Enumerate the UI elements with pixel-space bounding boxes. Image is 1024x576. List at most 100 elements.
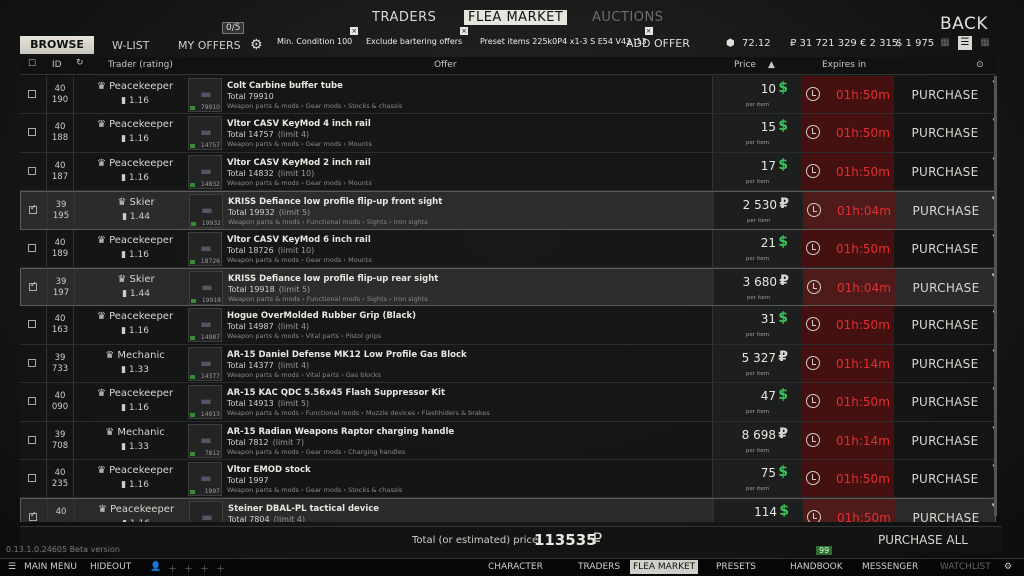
trader-cell[interactable]: ♛ Peacekeeper ▮ 1.16	[80, 306, 190, 343]
offer-row[interactable]: 40 187 ♛ Peacekeeper ▮ 1.16 ▬ 14832 Vltor CASV…	[20, 152, 996, 192]
tab-auctions[interactable]: AUCTIONS	[592, 10, 663, 25]
offer-cell[interactable]: Vltor CASV KeyMod 6 inch rail Total 18726…	[227, 230, 707, 267]
offer-row[interactable]: 40 188 ♛ Peacekeeper ▮ 1.16 ▬ 14757 Vltor CASV…	[20, 114, 996, 153]
gear-icon[interactable]: ⚙	[250, 37, 263, 53]
row-checkbox[interactable]	[28, 166, 36, 175]
trader-cell[interactable]: ♛ Peacekeeper ▮ 1.16	[80, 230, 190, 267]
trader-cell[interactable]: ♛ Mechanic ▮ 1.33	[80, 345, 190, 382]
purchase-button[interactable]: PURCHASE	[900, 434, 990, 448]
offer-cell[interactable]: Steiner DBAL-PL tactical device Total 780…	[228, 499, 708, 522]
row-checkbox[interactable]	[28, 128, 36, 137]
item-thumbnail[interactable]: ▬ 18726	[188, 231, 222, 266]
offer-row[interactable]: 40 190 ♛ Peacekeeper ▮ 1.16 ▬ 79910 Colt Carbi…	[20, 76, 996, 115]
taskbar-character[interactable]: CHARACTER	[488, 562, 543, 572]
plus-icon[interactable]: ＋	[168, 562, 177, 575]
offer-name[interactable]: AR-15 Daniel Defense MK12 Low Profile Ga…	[227, 350, 467, 360]
offer-row[interactable]: 40♛ Peacekeeper▮ 1.16▬7804Steiner DBAL-P…	[20, 498, 996, 522]
col-offer[interactable]: Offer	[434, 60, 457, 70]
item-thumbnail[interactable]: ▬ 14757	[188, 116, 222, 151]
offer-cell[interactable]: Hogue OverMolded Rubber Grip (Black) Tota…	[227, 306, 707, 343]
trader-cell[interactable]: ♛ Mechanic ▮ 1.33	[80, 422, 190, 459]
offer-name[interactable]: Vltor EMOD stock	[227, 465, 311, 475]
offer-row[interactable]: 40 235 ♛ Peacekeeper ▮ 1.16 ▬ 1997 Vltor EMOD …	[20, 459, 996, 499]
purchase-button[interactable]: PURCHASE	[901, 281, 991, 295]
trader-cell[interactable]: ♛ Peacekeeper ▮ 1.16	[81, 499, 191, 522]
offer-name[interactable]: AR-15 KAC QDC 5.56x45 Flash Suppressor K…	[227, 388, 445, 398]
offer-name[interactable]: Hogue OverMolded Rubber Grip (Black)	[227, 311, 416, 321]
item-thumbnail[interactable]: ▬ 79910	[188, 78, 222, 112]
purchase-button[interactable]: PURCHASE	[900, 318, 990, 332]
offer-cell[interactable]: KRISS Defiance low profile flip-up front…	[228, 192, 708, 228]
tab-traders[interactable]: TRADERS	[372, 10, 436, 25]
row-checkbox[interactable]	[29, 280, 37, 291]
purchase-button[interactable]: PURCHASE	[900, 357, 990, 371]
trader-cell[interactable]: ♛ Peacekeeper ▮ 1.16	[80, 153, 190, 190]
trader-cell[interactable]: ♛ Skier ▮ 1.44	[81, 269, 191, 305]
col-trader[interactable]: Trader (rating)	[108, 60, 173, 70]
taskbar-handbook[interactable]: HANDBOOK	[790, 562, 843, 572]
plus-icon[interactable]: ＋	[184, 562, 193, 575]
trader-cell[interactable]: ♛ Peacekeeper ▮ 1.16	[80, 76, 190, 113]
item-thumbnail[interactable]: ▬ 14913	[188, 385, 222, 420]
offer-name[interactable]: AR-15 Radian Weapons Raptor charging han…	[227, 427, 454, 437]
row-checkbox[interactable]	[28, 435, 36, 444]
refresh-icon[interactable]: ↻	[76, 58, 84, 68]
purchase-button[interactable]: PURCHASE	[900, 88, 990, 102]
filter-min-condition[interactable]: Min. Condition 100 ×	[277, 27, 359, 52]
close-icon[interactable]: ×	[644, 27, 653, 35]
taskbar-hideout[interactable]: HIDEOUT	[90, 562, 131, 572]
menu-icon[interactable]: ☰	[8, 562, 16, 572]
offer-name[interactable]: Steiner DBAL-PL tactical device	[228, 504, 379, 514]
item-thumbnail[interactable]: ▬ 14987	[188, 308, 222, 343]
list-view-icon[interactable]: ☰	[958, 36, 972, 50]
offer-name[interactable]: Colt Carbine buffer tube	[227, 81, 343, 91]
row-checkbox[interactable]	[28, 320, 36, 329]
trader-cell[interactable]: ♛ Skier ▮ 1.44	[81, 192, 191, 228]
row-checkbox[interactable]	[29, 203, 37, 215]
tab-flea-market[interactable]: FLEA MARKET	[464, 10, 568, 25]
offer-row[interactable]: 39 733 ♛ Mechanic ▮ 1.33 ▬ 14377 AR-15 Daniel …	[20, 344, 996, 384]
offer-row[interactable]: 40 163 ♛ Peacekeeper ▮ 1.16 ▬ 14987 Hogue Over…	[20, 306, 996, 345]
taskbar-traders[interactable]: TRADERS	[578, 562, 620, 572]
offer-name[interactable]: KRISS Defiance low profile flip-up front…	[228, 197, 442, 207]
purchase-all-button[interactable]: PURCHASE ALL	[878, 533, 968, 547]
add-offer-button[interactable]: ADD OFFER	[626, 37, 690, 50]
grid-view-icon[interactable]: ▦	[938, 36, 952, 50]
offer-cell[interactable]: Vltor CASV KeyMod 2 inch rail Total 14832…	[227, 153, 707, 190]
trader-cell[interactable]: ♛ Peacekeeper ▮ 1.16	[80, 114, 190, 151]
offer-row[interactable]: 39195 ♛ Skier ▮ 1.44 ▬ 19932 KRISS Defiance l…	[20, 191, 996, 230]
filter-exclude-barter[interactable]: Exclude bartering offers ×	[366, 27, 469, 52]
item-thumbnail[interactable]: ▬ 1997	[188, 461, 222, 496]
offer-name[interactable]: Vltor CASV KeyMod 4 inch rail	[227, 119, 371, 129]
offer-cell[interactable]: AR-15 Daniel Defense MK12 Low Profile Ga…	[227, 345, 707, 382]
plus-icon[interactable]: ＋	[216, 562, 225, 575]
row-checkbox[interactable]	[29, 510, 37, 522]
offer-cell[interactable]: Colt Carbine buffer tube Total 79910 Weapo…	[227, 76, 707, 113]
offer-name[interactable]: Vltor CASV KeyMod 2 inch rail	[227, 158, 371, 168]
item-thumbnail[interactable]: ▬ 19918	[189, 270, 223, 305]
taskbar-main-menu[interactable]: MAIN MENU	[24, 562, 77, 572]
row-checkbox[interactable]	[28, 397, 36, 406]
row-checkbox[interactable]	[28, 358, 36, 367]
settings-gear-icon[interactable]: ⚙	[1004, 562, 1012, 572]
item-thumbnail[interactable]: ▬ 14832	[188, 154, 222, 189]
item-thumbnail[interactable]: ▬ 7812	[188, 423, 222, 458]
item-thumbnail[interactable]: ▬ 19932	[189, 194, 223, 229]
taskbar-presets[interactable]: PRESETS	[716, 562, 756, 572]
plus-icon[interactable]: ＋	[200, 562, 209, 575]
offer-row[interactable]: 40 090 ♛ Peacekeeper ▮ 1.16 ▬ 14913 AR-15 KAC …	[20, 383, 996, 422]
offer-cell[interactable]: Vltor EMOD stock Total 1997 Weapon parts &…	[227, 460, 707, 497]
purchase-button[interactable]: PURCHASE	[900, 395, 990, 409]
scrollbar[interactable]	[994, 76, 997, 516]
profile-icon[interactable]: 👤	[150, 562, 161, 572]
tile-view-icon[interactable]: ▦	[978, 36, 992, 50]
my-offers-button[interactable]: MY OFFERS	[178, 39, 241, 52]
col-price[interactable]: Price	[734, 60, 756, 70]
taskbar-flea-market[interactable]: FLEA MARKET	[630, 560, 699, 574]
offer-name[interactable]: Vltor CASV KeyMod 6 inch rail	[227, 235, 371, 245]
row-checkbox[interactable]	[28, 243, 36, 252]
taskbar-messenger[interactable]: MESSENGER	[862, 562, 918, 572]
filter-preset-items[interactable]: Preset items 225k0P4 x1-3 S E54 V43 \13 ×	[480, 27, 653, 52]
offer-row[interactable]: 39197 ♛ Skier ▮ 1.44 ▬ 19918 KRISS Defiance l…	[20, 267, 996, 307]
select-all-checkbox[interactable]: ☐	[28, 59, 36, 69]
